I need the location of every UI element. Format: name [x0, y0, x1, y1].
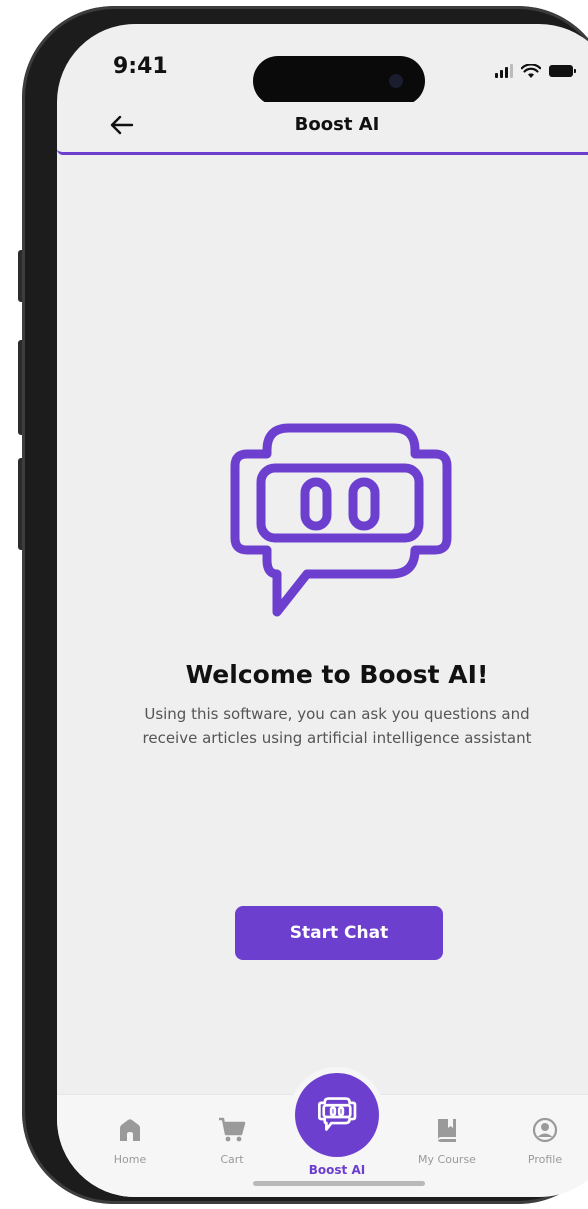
page-title: Boost AI: [294, 114, 380, 135]
nav-item-my-course[interactable]: My Course: [402, 1117, 492, 1166]
status-icons: [495, 61, 576, 81]
nav-label-profile: Profile: [527, 1153, 563, 1166]
profile-icon: [532, 1117, 558, 1143]
battery-icon: [549, 65, 576, 77]
phone-frame: 9:41 Boost AI Welcome to Boost AI! Using…: [22, 6, 588, 1204]
book-icon: [438, 1119, 456, 1142]
home-icon: [120, 1119, 140, 1141]
home-indicator[interactable]: [253, 1181, 425, 1186]
nav-item-profile[interactable]: Profile: [500, 1117, 588, 1166]
screen: 9:41 Boost AI Welcome to Boost AI! Using…: [57, 24, 588, 1197]
nav-item-cart[interactable]: Cart: [187, 1117, 277, 1166]
camera-dot: [389, 74, 403, 88]
wifi-icon: [521, 63, 541, 78]
cart-icon: [219, 1117, 246, 1142]
nav-item-home[interactable]: Home: [85, 1117, 175, 1166]
dynamic-island: [253, 56, 425, 106]
nav-label-cart: Cart: [220, 1153, 244, 1166]
welcome-description: Using this software, you can ask you que…: [142, 705, 532, 747]
signal-icon: [495, 64, 513, 78]
boost-ai-fab[interactable]: [295, 1073, 379, 1157]
nav-label-my-course: My Course: [418, 1153, 476, 1166]
nav-label-boost-ai: Boost AI: [308, 1163, 366, 1177]
app-header: Boost AI: [57, 102, 588, 155]
robot-chat-icon: [230, 423, 452, 617]
nav-label-home: Home: [113, 1153, 147, 1166]
robot-icon: [318, 1097, 357, 1131]
status-time: 9:41: [113, 54, 168, 79]
app-stage: 9:41 Boost AI Welcome to Boost AI! Using…: [0, 0, 588, 1209]
nav-item-boost-ai[interactable]: Boost AI: [287, 1073, 387, 1177]
start-chat-button[interactable]: Start Chat: [235, 906, 443, 960]
welcome-title: Welcome to Boost AI!: [185, 660, 489, 689]
